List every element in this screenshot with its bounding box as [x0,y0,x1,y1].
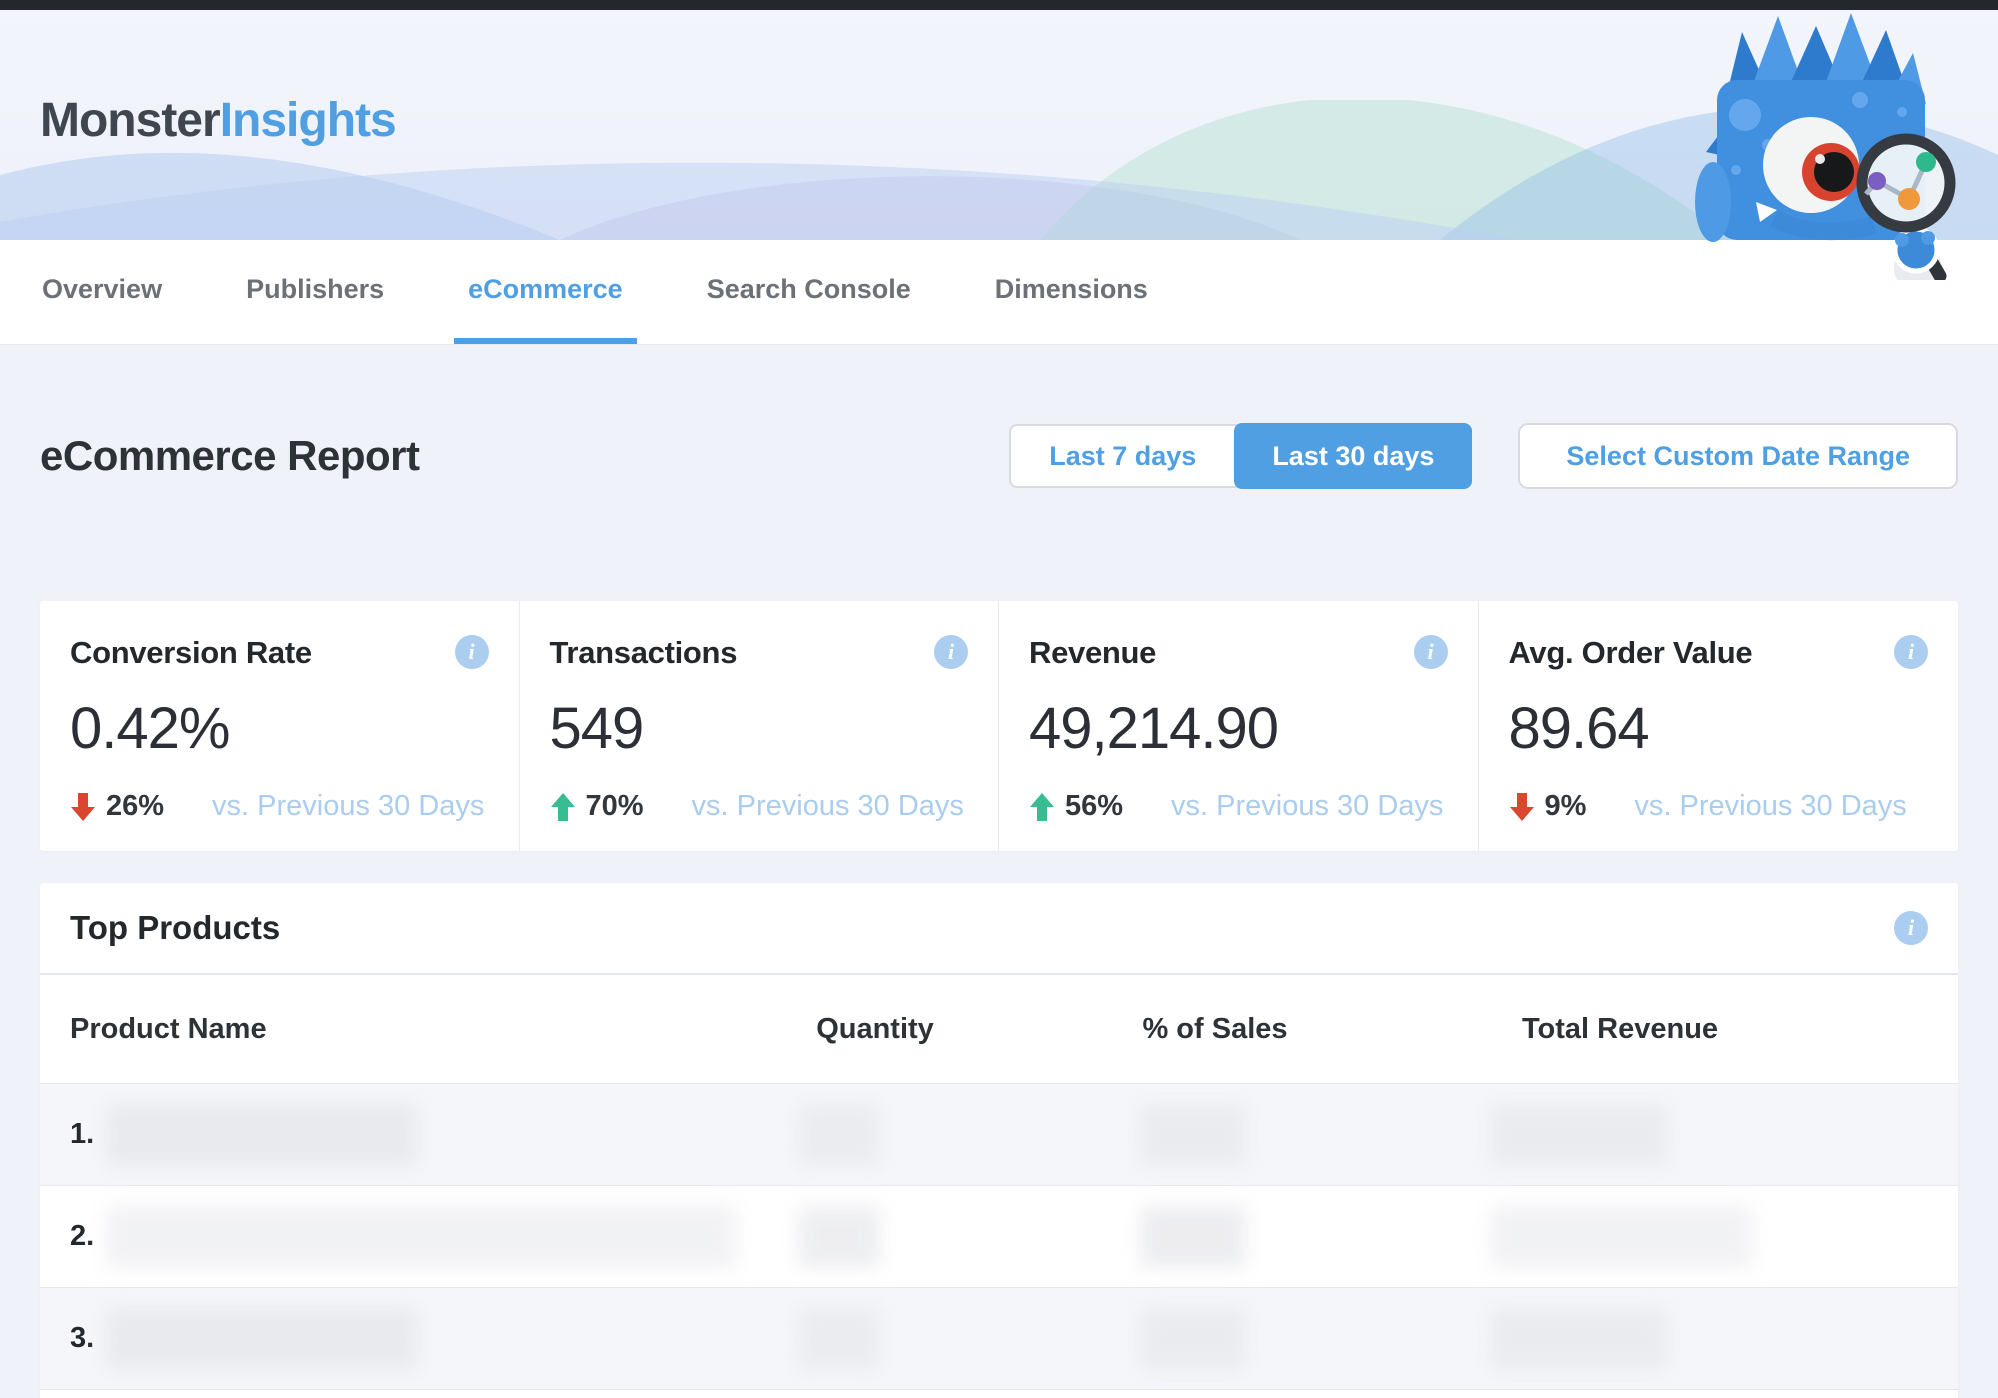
redacted-total-revenue [1490,1206,1752,1268]
page-title: eCommerce Report [40,432,419,480]
redacted-total-revenue [1490,1104,1668,1166]
arrow-down-icon [70,793,96,821]
column-header-product-name: Product Name [40,1013,740,1046]
metric-card-revenue: Revenue i 49,214.90 56% vs. Previous 30 … [999,601,1479,851]
date-range-segmented-control: Last 7 days Last 30 days [1009,424,1472,488]
last-7-days-button[interactable]: Last 7 days [1011,426,1234,486]
logo-text-monster: Monster [40,94,220,147]
arrow-up-icon [1029,793,1055,821]
report-main: eCommerce Report Last 7 days Last 30 day… [0,345,1998,1398]
plugin-header: MonsterInsights [0,10,1998,240]
metric-card-avg-order-value: Avg. Order Value i 89.64 9% vs. Previous… [1479,601,1959,851]
table-row: 2. [40,1185,1958,1287]
redacted-percent-of-sales [1140,1104,1246,1166]
top-products-title: Top Products [70,909,280,947]
column-header-quantity: Quantity [740,1013,1010,1046]
report-head-row: eCommerce Report Last 7 days Last 30 day… [40,423,1958,489]
info-icon[interactable]: i [1894,911,1928,945]
metric-label: Transactions [550,635,738,671]
metric-compare-label: vs. Previous 30 Days [212,790,484,823]
arrow-down-icon [1509,793,1535,821]
last-30-days-button[interactable]: Last 30 days [1234,423,1472,489]
monsterinsights-logo: MonsterInsights [40,93,396,148]
metric-value: 89.64 [1509,695,1929,762]
metric-delta: 9% [1545,790,1587,823]
metric-compare-label: vs. Previous 30 Days [1634,790,1906,823]
admin-top-bar [0,0,1998,10]
top-products-header: Top Products i [40,883,1958,975]
tab-publishers[interactable]: Publishers [232,240,398,344]
info-icon[interactable]: i [1894,635,1928,669]
table-row: 1. [40,1083,1958,1185]
metric-delta: 56% [1065,790,1123,823]
metric-cards-row: Conversion Rate i 0.42% 26% vs. Previous… [40,601,1958,851]
metric-delta: 26% [106,790,164,823]
report-tabbar: Overview Publishers eCommerce Search Con… [0,240,1998,345]
arrow-up-icon [550,793,576,821]
metric-compare-label: vs. Previous 30 Days [692,790,964,823]
table-row: 3. [40,1287,1958,1389]
top-products-panel: Top Products i Product Name Quantity % o… [40,883,1958,1398]
redacted-total-revenue [1490,1308,1668,1370]
redacted-product-name [106,1206,736,1268]
metric-label: Avg. Order Value [1509,635,1753,671]
next-row-partial [40,1389,1958,1398]
redacted-product-name [106,1308,418,1370]
redacted-percent-of-sales [1140,1308,1246,1370]
ecommerce-report-page: MonsterInsights [0,0,1998,1398]
select-custom-date-range-button[interactable]: Select Custom Date Range [1518,423,1958,489]
info-icon[interactable]: i [1414,635,1448,669]
redacted-quantity [798,1104,880,1166]
tab-overview[interactable]: Overview [28,240,176,344]
redacted-product-name [106,1104,418,1166]
tab-search-console[interactable]: Search Console [693,240,925,344]
date-range-controls: Last 7 days Last 30 days Select Custom D… [1009,423,1958,489]
column-header-total-revenue: Total Revenue [1420,1013,1820,1046]
tab-ecommerce[interactable]: eCommerce [454,240,637,344]
metric-card-conversion-rate: Conversion Rate i 0.42% 26% vs. Previous… [40,601,520,851]
info-icon[interactable]: i [455,635,489,669]
redacted-quantity [798,1206,880,1268]
redacted-quantity [798,1308,880,1370]
metric-label: Revenue [1029,635,1156,671]
top-products-column-headers: Product Name Quantity % of Sales Total R… [40,975,1958,1083]
info-icon[interactable]: i [934,635,968,669]
metric-card-transactions: Transactions i 549 70% vs. Previous 30 D… [520,601,1000,851]
metric-value: 549 [550,695,969,762]
metric-label: Conversion Rate [70,635,312,671]
redacted-percent-of-sales [1140,1206,1246,1268]
tab-dimensions[interactable]: Dimensions [981,240,1162,344]
metric-delta: 70% [586,790,644,823]
logo-text-insights: Insights [220,94,396,147]
metric-compare-label: vs. Previous 30 Days [1171,790,1443,823]
metric-value: 0.42% [70,695,489,762]
metric-value: 49,214.90 [1029,695,1448,762]
column-header-percent-of-sales: % of Sales [1010,1013,1420,1046]
